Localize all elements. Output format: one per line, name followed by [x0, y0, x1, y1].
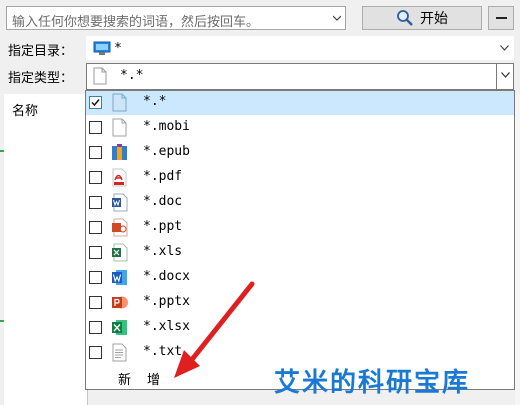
chevron-down-icon [500, 45, 509, 51]
blank-file-icon [112, 118, 127, 137]
generic-file-icon [93, 67, 107, 85]
checkbox[interactable] [89, 271, 102, 284]
checkbox[interactable] [89, 346, 102, 359]
magnifier-icon [397, 10, 413, 26]
checkbox[interactable] [89, 221, 102, 234]
watermark-text: 艾米的科研宝库 [274, 368, 471, 398]
chevron-down-icon [501, 72, 510, 78]
type-label: 指定类型： [8, 71, 74, 86]
type-combo[interactable]: *.* [86, 63, 514, 90]
type-option-label: *.xls [143, 244, 183, 259]
green-marker [0, 320, 4, 322]
type-option-xlsx[interactable]: *.xlsx [86, 316, 514, 340]
powerpoint-pptx-icon [112, 296, 128, 309]
type-option-pptx[interactable]: *.pptx [86, 291, 514, 315]
type-value: *.* [120, 68, 144, 83]
excel-xlsx-icon [112, 320, 127, 335]
excel-xls-icon [112, 243, 128, 262]
dir-label: 指定目录： [8, 44, 74, 59]
pdf-file-icon [112, 168, 127, 187]
type-option-label: *.ppt [143, 219, 183, 234]
checkbox[interactable] [89, 146, 102, 159]
checkmark-icon [91, 99, 100, 107]
start-button-label: 开始 [420, 11, 448, 27]
checkbox[interactable] [89, 246, 102, 259]
search-placeholder: 输入任何你想要搜索的词语，然后按回车。 [12, 15, 260, 30]
type-option-label: *.* [143, 94, 167, 109]
dir-dropdown-arrow[interactable] [496, 37, 513, 59]
type-option-xls[interactable]: *.xls [86, 241, 514, 265]
type-option-label: *.epub [143, 144, 190, 159]
column-header-name[interactable]: 名称 [12, 100, 38, 119]
type-option-all[interactable]: *.* [86, 91, 514, 115]
dir-value: * [114, 41, 122, 56]
type-option-doc[interactable]: *.doc [86, 191, 514, 215]
word-docx-icon [112, 270, 127, 285]
powerpoint-ppt-icon [112, 218, 128, 237]
type-option-label: *.pdf [143, 169, 183, 184]
checkbox[interactable] [89, 171, 102, 184]
scroll-track[interactable] [515, 94, 520, 405]
type-option-pdf[interactable]: *.pdf [86, 166, 514, 190]
generic-file-icon [112, 93, 127, 112]
type-option-label: *.doc [143, 194, 183, 209]
type-dropdown-arrow[interactable] [496, 64, 513, 89]
search-input[interactable]: 输入任何你想要搜索的词语，然后按回车。 [6, 6, 346, 30]
results-panel[interactable]: 名称 [4, 94, 88, 405]
checkbox[interactable] [89, 321, 102, 334]
computer-icon [93, 41, 111, 55]
archive-file-icon [112, 144, 127, 160]
word-doc-icon [112, 193, 128, 212]
type-option-docx[interactable]: *.docx [86, 266, 514, 290]
type-option-ppt[interactable]: *.ppt [86, 216, 514, 240]
collapse-button[interactable] [488, 6, 514, 30]
text-file-icon [112, 343, 127, 362]
directory-combo[interactable]: * [86, 36, 514, 60]
checkbox[interactable] [89, 96, 102, 109]
chevron-down-icon[interactable] [333, 14, 341, 22]
checkbox[interactable] [89, 296, 102, 309]
green-marker [0, 150, 4, 152]
checkbox[interactable] [89, 196, 102, 209]
file-type-list[interactable]: *.* *.mobi *.epub *.pdf *.doc *.ppt *.xl… [85, 90, 515, 390]
type-option-epub[interactable]: *.epub [86, 141, 514, 165]
red-arrow-icon [174, 281, 255, 378]
start-search-button[interactable]: 开始 [362, 6, 482, 30]
type-option-mobi[interactable]: *.mobi [86, 116, 514, 140]
checkbox[interactable] [89, 121, 102, 134]
type-option-label: *.mobi [143, 119, 190, 134]
add-type-button[interactable]: 新增 [118, 369, 176, 388]
